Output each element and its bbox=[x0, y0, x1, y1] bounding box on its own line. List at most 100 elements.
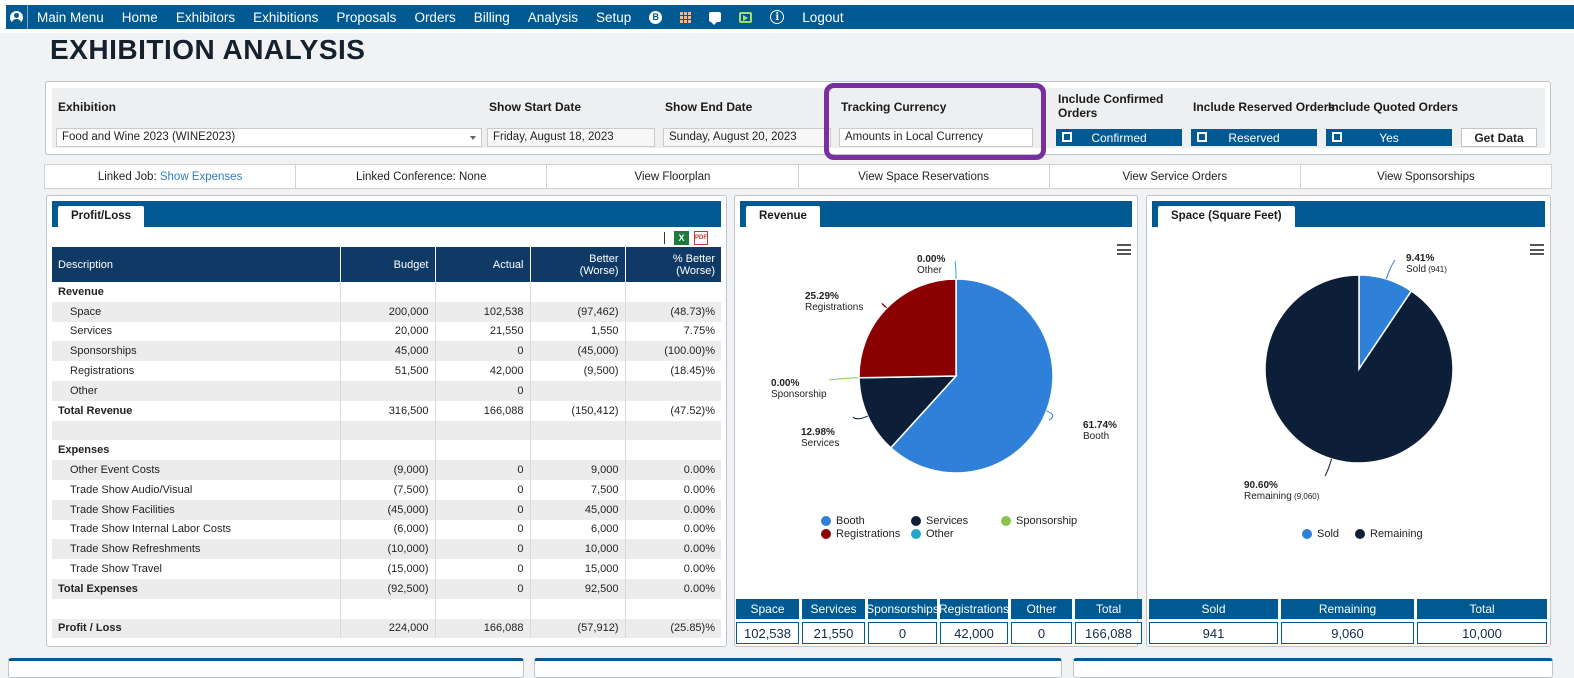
exhibition-select[interactable]: Food and Wine 2023 (WINE2023) bbox=[56, 128, 482, 147]
summary-label: Total bbox=[1075, 599, 1142, 619]
col-description: Description bbox=[52, 247, 341, 282]
tab-revenue[interactable]: Revenue bbox=[746, 206, 820, 227]
slice-percent-label: 0.00% bbox=[917, 254, 945, 265]
space-summary: Sold 941 Remaining 9,060 Total 10,000 bbox=[1149, 599, 1547, 644]
confirmed-toggle[interactable]: Confirmed bbox=[1056, 129, 1182, 146]
start-date-field[interactable]: Friday, August 18, 2023 bbox=[487, 128, 655, 147]
tab-space[interactable]: Space (Square Feet) bbox=[1158, 206, 1295, 227]
table-cell-budget: (15,000) bbox=[340, 559, 436, 579]
table-row: Profit / Loss 224,000 166,088 (57,912) (25.8… bbox=[52, 618, 721, 639]
table-cell-better bbox=[530, 282, 626, 302]
nav-main-menu[interactable]: Main Menu bbox=[28, 10, 113, 25]
slice-name-label: Other bbox=[917, 265, 943, 276]
nav-exhibitors[interactable]: Exhibitors bbox=[167, 10, 244, 25]
table-cell-better: 9,000 bbox=[530, 460, 626, 480]
get-data-button[interactable]: Get Data bbox=[1461, 128, 1537, 147]
profit-loss-panel: Profit/Loss X PDF Description Budget Act… bbox=[46, 195, 727, 647]
legend-item-sold[interactable]: Sold bbox=[1302, 528, 1339, 540]
table-cell-actual: 0 bbox=[435, 499, 531, 520]
table-cell-actual bbox=[435, 598, 531, 619]
nav-orders[interactable]: Orders bbox=[405, 10, 464, 25]
excel-export-icon[interactable]: X bbox=[674, 231, 689, 245]
nav-bar: Main Menu Home Exhibitors Exhibitions Pr… bbox=[6, 5, 1574, 29]
legend-item-remaining[interactable]: Remaining bbox=[1355, 528, 1423, 540]
slice-percent-label: 61.74% bbox=[1083, 420, 1117, 431]
nav-billing[interactable]: Billing bbox=[465, 10, 519, 25]
table-cell-actual: 0 bbox=[435, 519, 531, 540]
table-cell-better: 7,500 bbox=[530, 479, 626, 500]
show-expenses-link[interactable]: Show Expenses bbox=[160, 171, 242, 183]
table-cell-better: 45,000 bbox=[530, 499, 626, 520]
chat-icon[interactable] bbox=[700, 12, 730, 25]
table-cell-better: 1,550 bbox=[530, 321, 626, 342]
currency-highlight bbox=[824, 83, 1046, 160]
slice-percent-label: 90.60% bbox=[1244, 480, 1278, 491]
table-cell-pct: (47.52)% bbox=[670, 404, 715, 417]
pie-slice-remaining[interactable] bbox=[1264, 274, 1454, 464]
slice-name-label: Sponsorship bbox=[771, 389, 827, 400]
slice-percent-label: 0.00% bbox=[771, 378, 799, 389]
table-row: Total Revenue 316,500 166,088 (150,412) (47.… bbox=[52, 400, 721, 421]
connector-line bbox=[828, 377, 860, 381]
slice-name-label: Sold (941) bbox=[1406, 264, 1447, 275]
linked-job-label: Linked Job: bbox=[97, 170, 157, 183]
connector-line bbox=[1046, 410, 1054, 421]
nav-proposals[interactable]: Proposals bbox=[327, 10, 405, 25]
bottom-panel bbox=[8, 658, 524, 678]
nav-setup[interactable]: Setup bbox=[587, 10, 640, 25]
table-cell-desc: Trade Show Refreshments bbox=[52, 539, 341, 560]
page-title: EXHIBITION ANALYSIS bbox=[50, 34, 366, 65]
pie-slice-registrations[interactable] bbox=[858, 278, 957, 379]
legend-label: Sponsorship bbox=[1016, 515, 1078, 527]
quoted-toggle[interactable]: Yes bbox=[1326, 129, 1452, 146]
pdf-export-icon[interactable]: PDF bbox=[694, 231, 708, 245]
nav-exhibitions[interactable]: Exhibitions bbox=[244, 10, 327, 25]
view-service-orders-link[interactable]: View Service Orders bbox=[1050, 165, 1301, 188]
legend-dot bbox=[911, 516, 921, 526]
table-row: Revenue bbox=[52, 282, 721, 302]
view-sponsorships-link[interactable]: View Sponsorships bbox=[1301, 165, 1551, 188]
view-floorplan-link[interactable]: View Floorplan bbox=[547, 165, 799, 188]
end-date-field[interactable]: Sunday, August 20, 2023 bbox=[663, 128, 831, 147]
table-cell-budget bbox=[340, 282, 436, 302]
table-cell-actual bbox=[435, 440, 531, 461]
nav-home[interactable]: Home bbox=[113, 10, 167, 25]
user-icon[interactable] bbox=[6, 5, 28, 29]
summary-value: 21,550 bbox=[802, 622, 865, 644]
table-cell-actual: 0 bbox=[435, 479, 531, 500]
table-cell-actual: 166,088 bbox=[435, 618, 531, 639]
view-space-reservations-link[interactable]: View Space Reservations bbox=[799, 165, 1050, 188]
table-cell-desc: Other bbox=[52, 380, 341, 401]
info-icon[interactable]: i bbox=[761, 10, 793, 24]
legend-item-other[interactable]: Other bbox=[911, 528, 954, 540]
tab-profit-loss[interactable]: Profit/Loss bbox=[58, 206, 145, 227]
summary-value: 0 bbox=[1011, 622, 1072, 644]
table-row: Space 200,000 102,538 (97,462) (48.73)% bbox=[52, 301, 721, 322]
table-row: Expenses bbox=[52, 440, 721, 461]
summary-column: Sold 941 bbox=[1149, 599, 1278, 644]
connector-line bbox=[852, 415, 868, 420]
table-cell-budget bbox=[340, 420, 436, 441]
table-cell-budget: (92,500) bbox=[340, 578, 436, 599]
nav-analysis[interactable]: Analysis bbox=[519, 10, 587, 25]
legend-item-sponsorship[interactable]: Sponsorship bbox=[1001, 515, 1077, 527]
summary-column: Sponsorships 0 bbox=[866, 599, 939, 644]
grid-icon[interactable] bbox=[671, 11, 700, 23]
export-toolbar: X PDF bbox=[47, 230, 726, 246]
table-cell-pct: 0.00% bbox=[625, 578, 721, 599]
legend-item-services[interactable]: Services bbox=[911, 515, 968, 527]
table-cell-pct: 0.00% bbox=[625, 499, 721, 520]
reserved-label: Include Reserved Orders bbox=[1193, 100, 1336, 114]
table-cell-desc: Trade Show Facilities bbox=[52, 499, 341, 520]
tv-icon[interactable] bbox=[730, 11, 761, 23]
slice-name-label: Remaining (9,060) bbox=[1244, 491, 1320, 502]
table-cell-desc: Trade Show Internal Labor Costs bbox=[52, 519, 341, 540]
legend-item-booth[interactable]: Booth bbox=[821, 515, 865, 527]
legend-item-registrations[interactable]: Registrations bbox=[821, 528, 900, 540]
linked-job-cell: Linked Job: Show Expenses bbox=[45, 165, 297, 188]
table-cell-desc: Total Revenue bbox=[52, 400, 341, 421]
nav-logout[interactable]: Logout bbox=[793, 10, 852, 25]
slice-name-label: Registrations bbox=[805, 302, 863, 313]
reserved-toggle[interactable]: Reserved bbox=[1191, 129, 1317, 146]
b-badge-icon[interactable]: B bbox=[640, 10, 671, 24]
